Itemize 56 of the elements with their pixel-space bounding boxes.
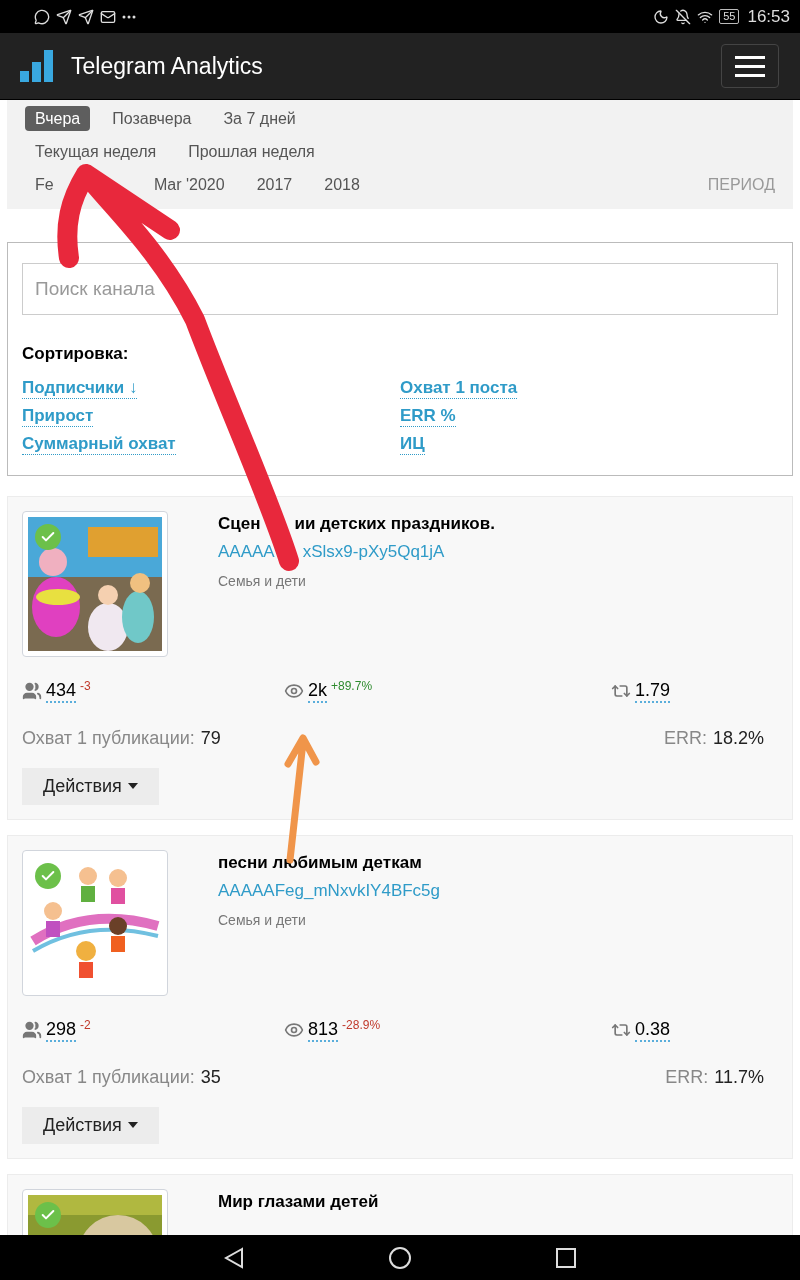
channel-title[interactable]: Сцен [218,512,261,535]
reach-value: 35 [200,1065,221,1089]
reach-value: 79 [200,726,221,750]
subscriber-count[interactable]: 434 [46,678,77,703]
period-tab[interactable]: Вчера [25,106,91,131]
period-tab[interactable]: Текущая неделя [25,139,167,164]
recents-icon[interactable] [556,1247,576,1268]
menu-button[interactable] [721,44,779,88]
subscribers-icon [22,1019,42,1040]
view-count[interactable]: 813 [308,1017,339,1042]
channel-category: Семья и дети [218,910,307,930]
err-value: 18.2% [712,726,764,750]
err-label: ERR: [665,1065,709,1089]
search-field[interactable]: Поиск канала [22,263,778,315]
period-tab[interactable]: 2017 [246,172,303,197]
err-value: 11.7% [714,1065,764,1089]
actions-button[interactable]: Действия [22,1106,159,1144]
reach-label: Охват 1 публикации: [22,726,195,750]
caret-icon [127,783,138,789]
back-icon[interactable] [224,1246,244,1269]
subscriber-change: -3 [80,678,91,693]
actions-button[interactable]: Действия [22,767,159,805]
period-tab[interactable]: Прошлая неделя [178,139,325,164]
reach-label: Охват 1 публикации: [22,1065,195,1089]
period-tab[interactable]: Позавчера [102,106,202,131]
channel-category: Семья и дети [218,571,307,591]
citation-index[interactable]: 0.38 [635,1017,671,1042]
mail-icon [100,8,116,25]
mute-icon [675,8,692,25]
clock: 16:53 [747,5,790,28]
send-icon [56,8,72,25]
period-tab[interactable]: Mar '2020 [144,172,235,197]
moon-icon [653,8,670,25]
subscriber-count[interactable]: 298 [46,1017,77,1042]
period-tab[interactable]: Fe [25,172,132,197]
caret-icon [127,1122,138,1128]
more-icon [122,14,136,19]
citation-index[interactable]: 1.79 [635,678,671,703]
view-change: +89.7% [331,678,373,693]
subscribers-icon [22,680,42,701]
home-icon[interactable] [389,1246,411,1269]
subscriber-change: -2 [80,1017,91,1032]
sort-title: Сортировка: [22,343,130,365]
app-title: Telegram Analytics [71,51,263,81]
period-tab[interactable]: 2018 [314,172,370,197]
logo-icon [20,50,53,82]
battery-level: 55 [719,9,740,24]
channel-title[interactable]: Мир глазами детей [218,1190,379,1213]
period-tab[interactable]: За 7 дней [213,106,306,131]
view-change: -28.9% [342,1017,381,1032]
send-icon [78,8,94,25]
channel-title[interactable]: песни любимым деткам [218,851,422,874]
err-label: ERR: [663,726,707,750]
view-count[interactable]: 2k [308,678,327,703]
channel-title[interactable]: ии детских праздников. [294,512,495,535]
chat-icon [34,8,50,25]
